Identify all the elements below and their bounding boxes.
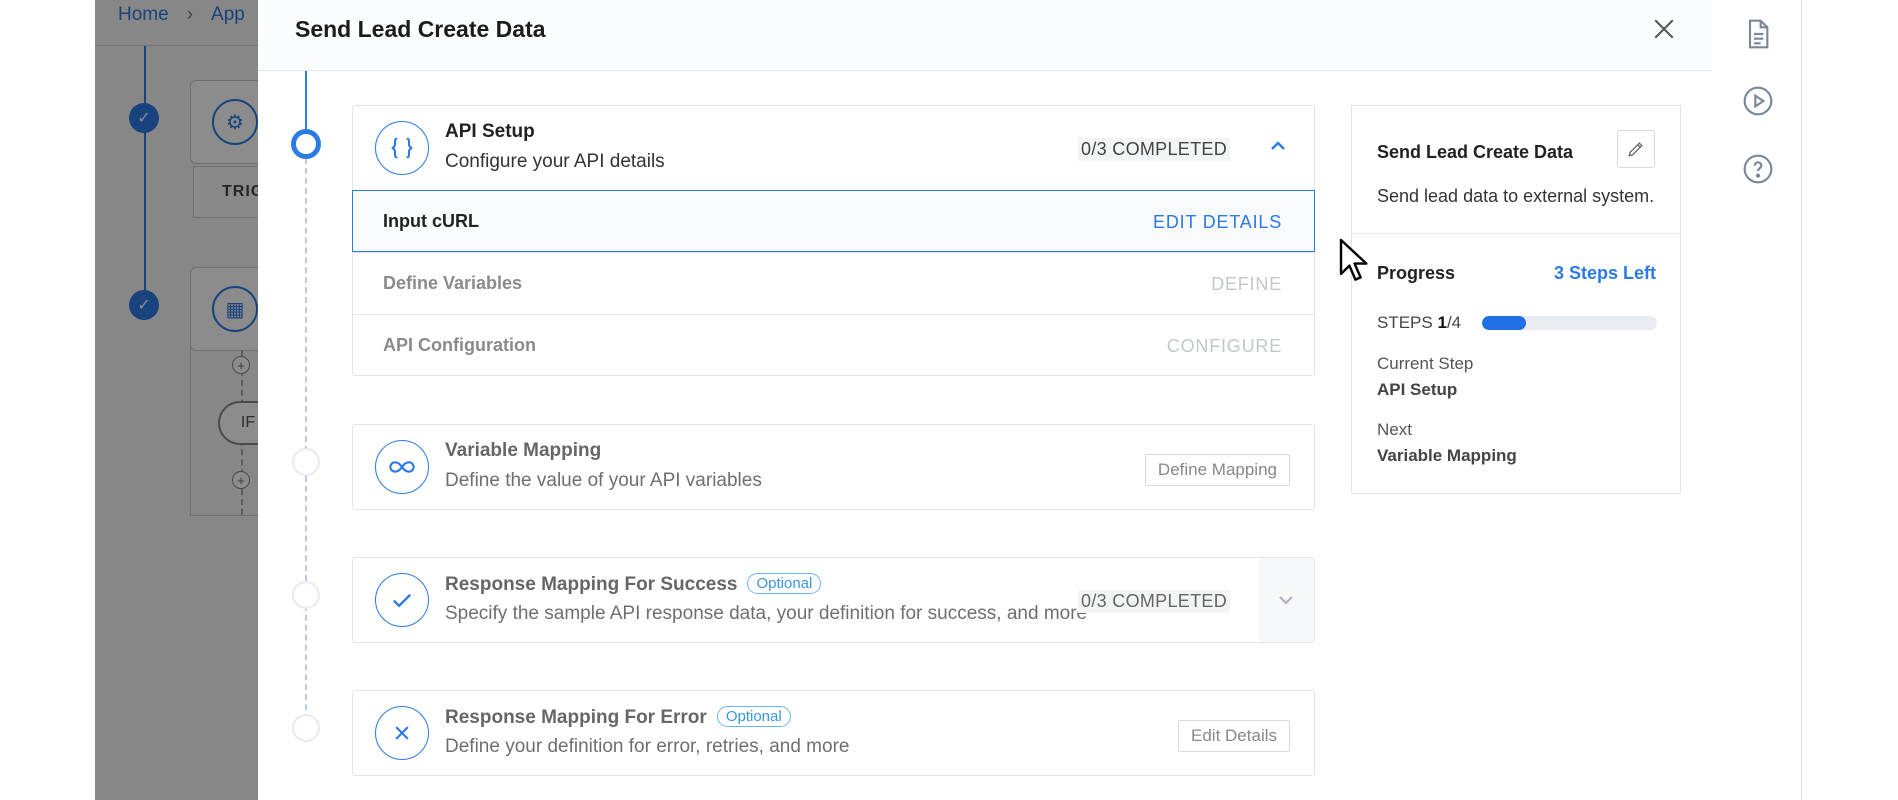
completion-status: 0/3 COMPLETED: [1078, 590, 1230, 613]
substep-api-configuration[interactable]: API Configuration CONFIGURE: [353, 314, 1314, 376]
x-icon: [375, 706, 429, 760]
steps-counter: STEPS 1/4: [1377, 313, 1461, 333]
send-lead-modal: Send Lead Create Data API Setup Configur…: [258, 0, 1712, 800]
progress-label: Progress: [1377, 263, 1456, 283]
modal-title: Send Lead Create Data: [295, 16, 546, 42]
optional-badge: Optional: [747, 573, 822, 594]
step-header-response-error: Response Mapping For Error Optional Defin…: [353, 691, 1314, 775]
substep-define-variables[interactable]: Define Variables DEFINE: [353, 252, 1314, 314]
timeline-marker: [292, 714, 320, 742]
mouse-cursor-icon: [1339, 238, 1368, 281]
steps-current: 1: [1437, 313, 1447, 332]
step-title: Response Mapping For Error Optional: [445, 706, 791, 729]
edit-details-button[interactable]: Edit Details: [1178, 720, 1290, 752]
step-description: Define your definition for error, retrie…: [445, 736, 850, 757]
step-header-api-setup[interactable]: API Setup Configure your API details 0/3…: [353, 106, 1314, 190]
timeline-marker: [292, 581, 320, 609]
define-mapping-button[interactable]: Define Mapping: [1144, 454, 1290, 486]
help-icon[interactable]: [1742, 153, 1774, 185]
modal-header: Send Lead Create Data: [258, 0, 1712, 71]
braces-icon: [375, 121, 429, 175]
step-header-response-success[interactable]: Response Mapping For Success Optional Spe…: [353, 558, 1314, 642]
substep-label: API Configuration: [383, 335, 536, 355]
left-margin: [0, 0, 95, 800]
steps-left: 3 Steps Left: [1553, 263, 1656, 283]
next-step-value: Variable Mapping: [1377, 446, 1517, 465]
summary-divider: [1352, 233, 1680, 234]
edit-details-link[interactable]: EDIT DETAILS: [1153, 212, 1282, 233]
configure-link[interactable]: CONFIGURE: [1167, 336, 1282, 357]
document-icon[interactable]: [1742, 18, 1774, 50]
step-card-variable-mapping: Variable Mapping Define the value of you…: [352, 424, 1315, 510]
step-title: API Setup: [445, 121, 535, 142]
define-link[interactable]: DEFINE: [1211, 274, 1282, 295]
step-title-text: Response Mapping For Error: [445, 707, 707, 728]
substep-label: Input cURL: [383, 211, 479, 231]
timeline-line: [305, 158, 307, 730]
summary-panel: Send Lead Create Data Send lead data to …: [1351, 105, 1681, 494]
current-step-value: API Setup: [1377, 380, 1458, 399]
chevron-up-icon[interactable]: [1266, 134, 1290, 158]
step-description: Specify the sample API response data, yo…: [445, 603, 1088, 624]
summary-title: Send Lead Create Data: [1377, 142, 1574, 162]
chevron-down-icon[interactable]: [1258, 558, 1314, 642]
optional-badge: Optional: [716, 706, 791, 727]
step-card-response-error: Response Mapping For Error Optional Defin…: [352, 690, 1315, 776]
steps-total: /4: [1446, 313, 1462, 332]
substep-input-curl[interactable]: Input cURL EDIT DETAILS: [352, 190, 1315, 252]
completion-status: 0/3 COMPLETED: [1078, 138, 1230, 161]
substep-label: Define Variables: [383, 273, 523, 293]
timeline-marker: [292, 448, 320, 476]
steps-prefix: STEPS: [1377, 313, 1433, 332]
progress-bar: [1482, 316, 1657, 330]
current-step-label: Current Step: [1377, 354, 1474, 373]
play-icon[interactable]: [1742, 85, 1774, 117]
pencil-icon[interactable]: [1617, 130, 1655, 168]
step-title: Response Mapping For Success Optional: [445, 573, 822, 596]
step-title-text: Response Mapping For Success: [445, 574, 738, 595]
timeline-active-marker: [291, 129, 321, 159]
summary-description: Send lead data to external system.: [1377, 186, 1655, 206]
step-description: Define the value of your API variables: [445, 470, 762, 491]
next-step-label: Next: [1377, 420, 1412, 439]
checkmark-icon: [375, 573, 429, 627]
step-title: Variable Mapping: [445, 440, 602, 461]
infinity-icon: [375, 440, 429, 494]
step-description: Configure your API details: [445, 151, 665, 172]
step-header-variable-mapping: Variable Mapping Define the value of you…: [353, 425, 1314, 509]
step-card-api-setup: API Setup Configure your API details 0/3…: [352, 105, 1315, 376]
step-card-response-success: Response Mapping For Success Optional Spe…: [352, 557, 1315, 643]
close-icon[interactable]: [1649, 14, 1679, 44]
right-rail: [1711, 0, 1802, 800]
progress-bar-fill: [1482, 316, 1526, 330]
